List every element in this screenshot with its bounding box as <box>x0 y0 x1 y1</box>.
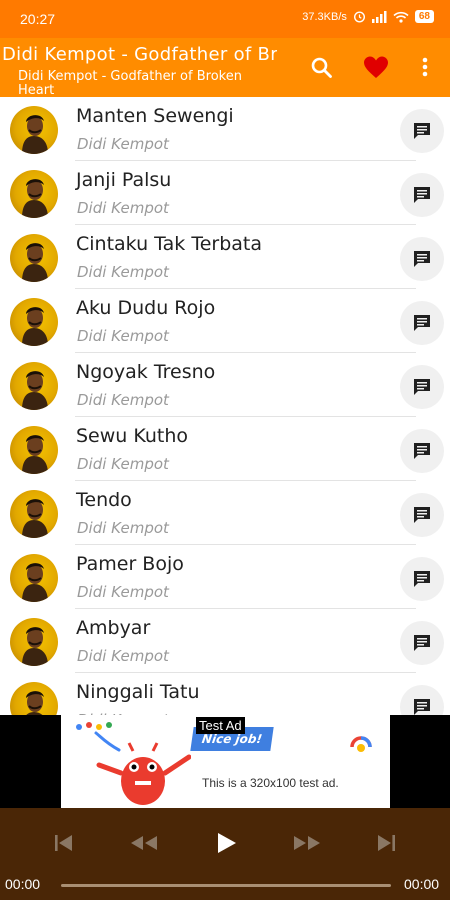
ad-text: This is a 320x100 test ad. <box>202 776 339 790</box>
rewind-icon <box>131 836 157 850</box>
media-player: 00:00 00:00 <box>0 808 450 900</box>
lyrics-button[interactable] <box>400 621 444 665</box>
list-item[interactable]: Pamer Bojo Didi Kempot <box>0 545 450 609</box>
lyrics-button[interactable] <box>400 365 444 409</box>
search-button[interactable] <box>308 54 336 82</box>
ad-label: Test Ad <box>196 717 245 734</box>
artist-avatar <box>10 490 58 538</box>
message-icon <box>414 123 430 139</box>
song-artist: Didi Kempot <box>77 199 169 217</box>
current-time: 00:00 <box>5 876 41 892</box>
lyrics-button[interactable] <box>400 685 444 715</box>
song-title: Sewu Kutho <box>76 425 189 447</box>
artist-avatar <box>10 106 58 154</box>
message-icon <box>414 635 430 651</box>
song-title: Pamer Bojo <box>76 553 184 575</box>
list-item[interactable]: Janji Palsu Didi Kempot <box>0 161 450 225</box>
play-button[interactable] <box>210 828 250 858</box>
message-icon <box>414 699 430 715</box>
song-title: Ngoyak Tresno <box>76 361 216 383</box>
app-toolbar: Didi Kempot - Godfather of Broken Heart … <box>0 38 450 97</box>
song-artist: Didi Kempot <box>77 135 169 153</box>
artist-avatar <box>10 234 58 282</box>
lyrics-button[interactable] <box>400 109 444 153</box>
artist-avatar <box>10 362 58 410</box>
message-icon <box>414 379 430 395</box>
message-icon <box>414 315 430 331</box>
lyrics-button[interactable] <box>400 429 444 473</box>
wifi-icon <box>393 11 409 23</box>
heart-icon <box>364 56 388 78</box>
signal-icon <box>371 10 387 23</box>
more-vert-icon <box>422 57 428 77</box>
song-artist: Didi Kempot <box>77 391 169 409</box>
list-item[interactable]: Cintaku Tak Terbata Didi Kempot <box>0 225 450 289</box>
status-indicators: 37.3KB/s 68 <box>302 10 434 23</box>
song-artist: Didi Kempot <box>77 327 169 345</box>
artist-avatar <box>10 554 58 602</box>
lyrics-button[interactable] <box>400 301 444 345</box>
song-title: Ninggali Tatu <box>76 681 200 703</box>
message-icon <box>414 251 430 267</box>
status-time: 20:27 <box>20 11 56 27</box>
song-title: Tendo <box>76 489 132 511</box>
artist-avatar <box>10 682 58 715</box>
skip-next-icon <box>378 835 395 851</box>
list-item[interactable]: Sewu Kutho Didi Kempot <box>0 417 450 481</box>
song-title: Cintaku Tak Terbata <box>76 233 263 255</box>
lyrics-button[interactable] <box>400 173 444 217</box>
ad-choices-icon[interactable] <box>348 729 374 755</box>
rewind-button[interactable] <box>127 828 167 858</box>
song-title: Ambyar <box>76 617 151 639</box>
lyrics-button[interactable] <box>400 237 444 281</box>
fast-forward-icon <box>294 836 320 850</box>
fast-forward-button[interactable] <box>290 828 330 858</box>
ad-mascot-image <box>76 722 191 805</box>
list-item[interactable]: Tendo Didi Kempot <box>0 481 450 545</box>
alarm-icon <box>353 11 365 23</box>
lyrics-button[interactable] <box>400 557 444 601</box>
ad-banner-area: Nice job! This is a 320x100 test ad. Tes… <box>0 715 450 808</box>
song-list[interactable]: Manten Sewengi Didi Kempot Janji Palsu D… <box>0 97 450 715</box>
message-icon <box>414 571 430 587</box>
lyrics-button[interactable] <box>400 493 444 537</box>
message-icon <box>414 507 430 523</box>
page-title: Didi Kempot - Godfather of Broken Heart <box>2 44 277 65</box>
song-artist: Didi Kempot <box>77 647 169 665</box>
artist-avatar <box>10 298 58 346</box>
song-title: Manten Sewengi <box>76 105 234 127</box>
song-title: Janji Palsu <box>76 169 172 191</box>
network-speed: 37.3KB/s <box>302 10 347 23</box>
song-artist: Didi Kempot <box>77 583 169 601</box>
song-artist: Didi Kempot <box>77 455 169 473</box>
skip-previous-icon <box>55 835 72 851</box>
message-icon <box>414 187 430 203</box>
battery-icon: 68 <box>414 10 434 23</box>
favorite-button[interactable] <box>362 54 390 82</box>
message-icon <box>414 443 430 459</box>
seek-bar[interactable] <box>61 884 391 887</box>
list-item[interactable]: Ambyar Didi Kempot <box>0 609 450 673</box>
play-icon <box>218 833 236 853</box>
status-bar: 20:27 37.3KB/s 68 <box>0 0 450 38</box>
list-item[interactable]: Ngoyak Tresno Didi Kempot <box>0 353 450 417</box>
artist-avatar <box>10 426 58 474</box>
search-icon <box>311 57 332 78</box>
artist-avatar <box>10 170 58 218</box>
song-title: Aku Dudu Rojo <box>76 297 216 319</box>
list-item[interactable]: Aku Dudu Rojo Didi Kempot <box>0 289 450 353</box>
list-item[interactable]: Ninggali Tatu Didi Kempot <box>0 673 450 715</box>
song-artist: Didi Kempot <box>77 519 169 537</box>
page-subtitle: Didi Kempot - Godfather of Broken Heart <box>18 69 242 98</box>
skip-next-button[interactable] <box>372 828 412 858</box>
total-time: 00:00 <box>404 876 440 892</box>
song-artist: Didi Kempot <box>77 263 169 281</box>
skip-previous-button[interactable] <box>48 828 88 858</box>
more-options-button[interactable] <box>415 54 443 82</box>
list-item[interactable]: Manten Sewengi Didi Kempot <box>0 97 450 161</box>
artist-avatar <box>10 618 58 666</box>
